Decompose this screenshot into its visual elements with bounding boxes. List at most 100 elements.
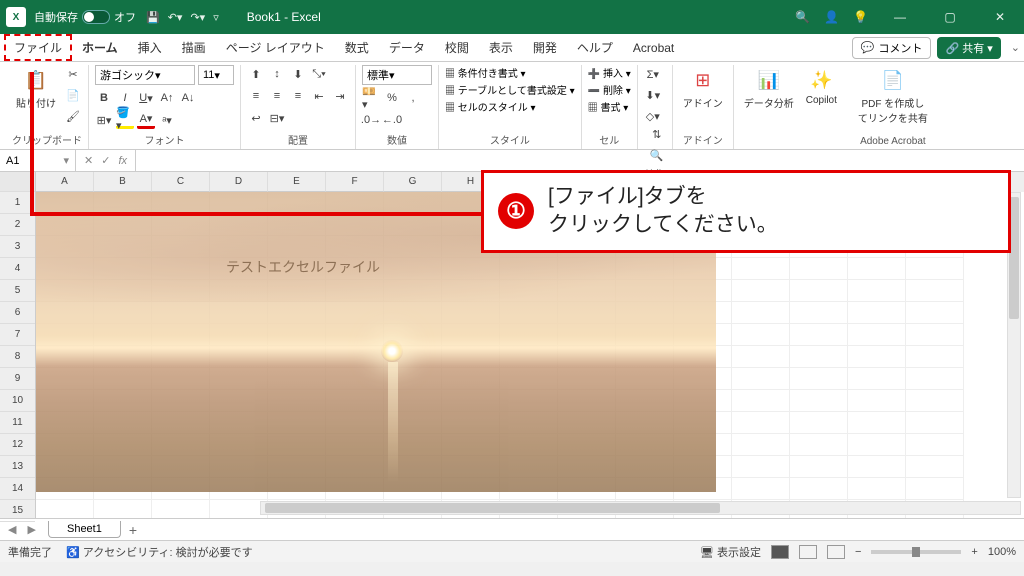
row-header[interactable]: 8 (0, 346, 35, 368)
indent-increase-icon[interactable]: ⇥ (331, 87, 349, 105)
minimize-button[interactable]: — (882, 10, 918, 24)
column-header[interactable]: C (152, 172, 210, 192)
merge-icon[interactable]: ⊟▾ (268, 109, 286, 127)
tab-help[interactable]: ヘルプ (567, 34, 623, 61)
column-header[interactable]: A (36, 172, 94, 192)
decrease-font-icon[interactable]: A↓ (179, 89, 197, 107)
cell[interactable] (94, 500, 152, 518)
cell[interactable] (790, 412, 848, 434)
cell[interactable] (906, 324, 964, 346)
undo-icon[interactable]: ↶▾ (168, 11, 183, 24)
pdf-share-button[interactable]: 📄 PDF を作成してリンクを共有 (853, 65, 933, 127)
tab-home[interactable]: ホーム (72, 34, 128, 61)
insert-cells-button[interactable]: ➕ 挿入 ▾ (588, 65, 631, 80)
add-sheet-button[interactable]: + (129, 522, 137, 538)
cell[interactable] (848, 280, 906, 302)
cell[interactable] (906, 390, 964, 412)
fill-icon[interactable]: ⬇▾ (644, 86, 662, 104)
toggle-switch[interactable] (82, 10, 110, 24)
sheet-tab-1[interactable]: Sheet1 (48, 521, 121, 538)
row-header[interactable]: 2 (0, 214, 35, 236)
zoom-in-button[interactable]: + (971, 546, 977, 558)
font-name-select[interactable]: 游ゴシック ▾ (95, 65, 195, 85)
redo-icon[interactable]: ↷▾ (190, 11, 205, 24)
tab-pagelayout[interactable]: ページ レイアウト (216, 34, 335, 61)
cell[interactable] (790, 456, 848, 478)
search-icon[interactable]: 🔍 (795, 10, 810, 24)
wrap-text-icon[interactable]: ↩ (247, 109, 265, 127)
cell[interactable] (732, 456, 790, 478)
cell[interactable] (848, 434, 906, 456)
cell[interactable] (732, 346, 790, 368)
cell[interactable] (848, 478, 906, 500)
cell[interactable] (732, 412, 790, 434)
cell[interactable] (906, 368, 964, 390)
display-settings[interactable]: 🖥 表示設定 (700, 544, 761, 560)
share-button[interactable]: 🔗 共有 ▾ (937, 37, 1000, 59)
row-header[interactable]: 11 (0, 412, 35, 434)
bold-button[interactable]: B (95, 89, 113, 107)
cell[interactable] (790, 280, 848, 302)
cell[interactable] (732, 478, 790, 500)
conditional-format-button[interactable]: ▦ 条件付き書式 ▾ (445, 65, 526, 80)
format-painter-icon[interactable]: 🖌 (64, 107, 82, 125)
cell[interactable] (848, 324, 906, 346)
cell[interactable] (152, 500, 210, 518)
copilot-button[interactable]: ✨ Copilot (802, 65, 841, 108)
zoom-out-button[interactable]: − (855, 546, 861, 558)
column-header[interactable]: D (210, 172, 268, 192)
copy-icon[interactable]: 📄 (64, 86, 82, 104)
formula-input[interactable] (136, 150, 1024, 171)
cell[interactable] (732, 280, 790, 302)
cell[interactable] (906, 346, 964, 368)
cell[interactable] (906, 258, 964, 280)
cell[interactable] (790, 478, 848, 500)
row-header[interactable]: 7 (0, 324, 35, 346)
cell-styles-button[interactable]: ▦ セルのスタイル ▾ (445, 99, 536, 114)
cell[interactable] (790, 258, 848, 280)
autosave-toggle[interactable]: 自動保存 オフ (34, 9, 136, 25)
lightbulb-icon[interactable]: 💡 (853, 10, 868, 24)
name-box[interactable]: A1▾ (0, 150, 76, 171)
align-left-icon[interactable]: ≡ (247, 87, 265, 105)
cell[interactable] (732, 324, 790, 346)
cell[interactable] (790, 302, 848, 324)
format-cells-button[interactable]: ▦ 書式 ▾ (588, 99, 629, 114)
underline-button[interactable]: U▾ (137, 89, 155, 107)
cell[interactable] (906, 434, 964, 456)
column-header[interactable]: E (268, 172, 326, 192)
cell[interactable] (732, 434, 790, 456)
row-header[interactable]: 13 (0, 456, 35, 478)
format-as-table-button[interactable]: ▦ テーブルとして書式設定 ▾ (445, 82, 575, 97)
delete-cells-button[interactable]: ➖ 削除 ▾ (588, 82, 631, 97)
percent-icon[interactable]: % (383, 89, 401, 107)
cell[interactable] (848, 346, 906, 368)
cell[interactable] (906, 478, 964, 500)
paste-button[interactable]: 📋 貼り付け (12, 65, 60, 112)
pagebreak-view-icon[interactable] (827, 545, 845, 559)
clear-icon[interactable]: ◇▾ (644, 107, 662, 125)
collapse-ribbon-icon[interactable]: ⌄ (1011, 41, 1020, 54)
cell[interactable] (790, 368, 848, 390)
row-header[interactable]: 12 (0, 434, 35, 456)
font-color-icon[interactable]: A▾ (137, 111, 155, 129)
row-header[interactable]: 3 (0, 236, 35, 258)
cell[interactable] (906, 456, 964, 478)
maximize-button[interactable]: ▢ (932, 10, 968, 24)
cell[interactable] (906, 280, 964, 302)
user-icon[interactable]: 👤 (824, 10, 839, 24)
phonetic-icon[interactable]: ᵃ▾ (158, 111, 176, 129)
cell[interactable] (848, 258, 906, 280)
tab-data[interactable]: データ (379, 34, 435, 61)
cell[interactable] (790, 324, 848, 346)
pagelayout-view-icon[interactable] (799, 545, 817, 559)
cell[interactable] (36, 500, 94, 518)
align-top-icon[interactable]: ⬆ (247, 65, 265, 83)
cell[interactable] (848, 368, 906, 390)
normal-view-icon[interactable] (771, 545, 789, 559)
qat-dropdown-icon[interactable]: ▿ (213, 11, 219, 24)
align-center-icon[interactable]: ≡ (268, 87, 286, 105)
cell[interactable] (732, 302, 790, 324)
cell[interactable] (732, 390, 790, 412)
sort-filter-icon[interactable]: ⇅ (648, 125, 666, 143)
